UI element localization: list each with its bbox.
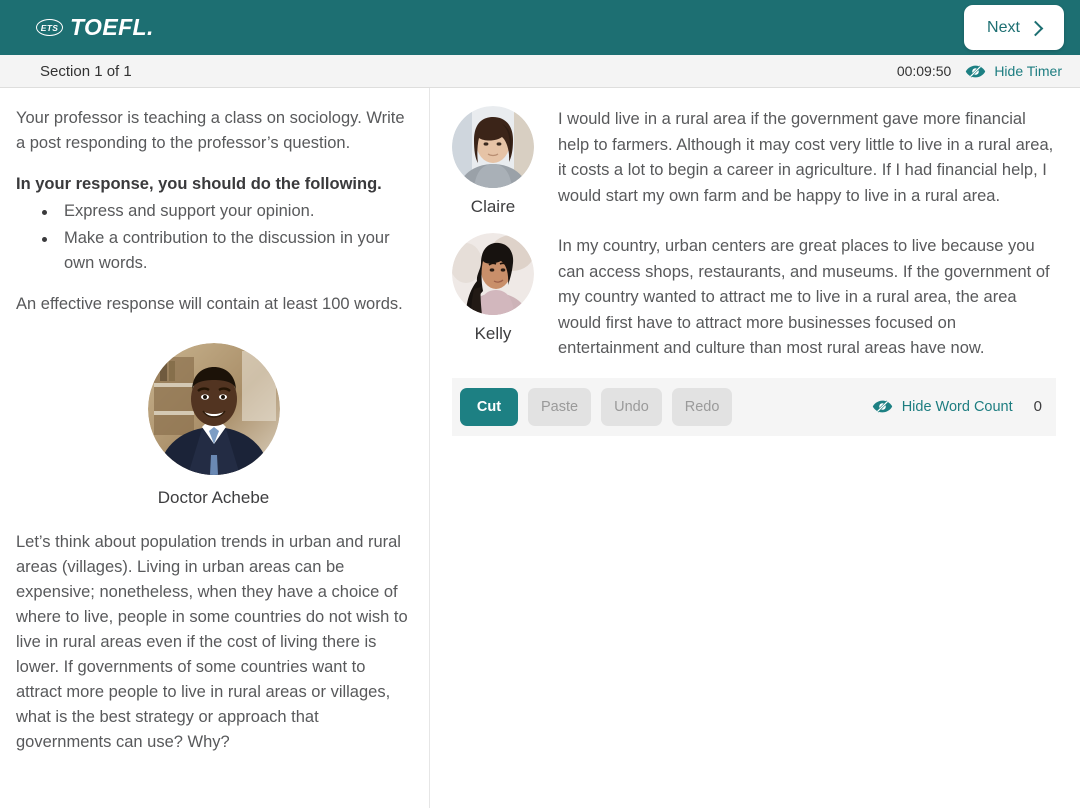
next-button[interactable]: Next bbox=[964, 5, 1064, 50]
section-indicator: Section 1 of 1 bbox=[40, 62, 132, 80]
prompt-pane: Your professor is teaching a class on so… bbox=[0, 88, 430, 808]
list-item: Express and support your opinion. bbox=[16, 199, 411, 224]
undo-button[interactable]: Undo bbox=[601, 387, 662, 426]
hide-timer-button[interactable]: Hide Timer bbox=[965, 63, 1062, 79]
brand-logo: ETS TOEFL. bbox=[0, 14, 154, 41]
section-bar: Section 1 of 1 00:09:50 Hide Timer bbox=[0, 55, 1080, 88]
professor-name: Doctor Achebe bbox=[157, 488, 270, 507]
discussion-post: Claire I would live in a rural area if t… bbox=[448, 104, 1060, 217]
redo-button[interactable]: Redo bbox=[671, 387, 733, 426]
post-body: I would live in a rural area if the gove… bbox=[558, 110, 1054, 205]
post-author: Kelly bbox=[448, 231, 538, 362]
toefl-wordmark: TOEFL. bbox=[70, 14, 154, 40]
eye-slash-icon bbox=[965, 64, 986, 79]
word-count-value: 0 bbox=[1033, 398, 1042, 415]
list-item: Make a contribution to the discussion in… bbox=[16, 226, 411, 276]
hide-word-count-button[interactable]: Hide Word Count 0 bbox=[872, 398, 1042, 415]
chevron-right-icon bbox=[1027, 20, 1044, 36]
professor-block: Doctor Achebe bbox=[16, 343, 411, 508]
task-requirement-list: Express and support your opinion. Make a… bbox=[16, 199, 411, 276]
kelly-avatar bbox=[452, 233, 534, 315]
task-directive: In your response, you should do the foll… bbox=[16, 175, 382, 193]
discussion-post: Kelly In my country, urban centers are g… bbox=[448, 231, 1060, 362]
post-body: In my country, urban centers are great p… bbox=[558, 237, 1050, 357]
countdown-timer: 00:09:50 bbox=[896, 63, 952, 79]
task-intro: Your professor is teaching a class on so… bbox=[16, 109, 405, 152]
content-panes: Your professor is teaching a class on so… bbox=[0, 88, 1080, 808]
length-note: An effective response will contain at le… bbox=[16, 295, 403, 313]
claire-avatar bbox=[452, 106, 534, 188]
post-author: Claire bbox=[448, 104, 538, 217]
toefl-writing-task-screen: ETS TOEFL. Next Section 1 of 1 00:09:50 bbox=[0, 0, 1080, 808]
hide-timer-label: Hide Timer bbox=[994, 63, 1062, 79]
professor-avatar bbox=[147, 343, 280, 475]
cut-button[interactable]: Cut bbox=[460, 387, 518, 426]
ets-oval-logo-icon: ETS bbox=[36, 19, 63, 36]
app-header: ETS TOEFL. Next bbox=[0, 0, 1080, 55]
eye-slash-icon bbox=[872, 399, 893, 414]
professor-question: Let’s think about population trends in u… bbox=[16, 533, 408, 751]
paste-button[interactable]: Paste bbox=[528, 387, 592, 426]
post-author-name: Claire bbox=[470, 197, 516, 216]
discussion-pane: Claire I would live in a rural area if t… bbox=[430, 88, 1080, 808]
next-button-label: Next bbox=[987, 18, 1020, 36]
post-author-name: Kelly bbox=[474, 324, 512, 343]
hide-word-count-label: Hide Word Count bbox=[901, 398, 1013, 415]
timer-group: 00:09:50 Hide Timer bbox=[897, 63, 1080, 79]
editor-toolbar: Cut Paste Undo Redo Hide Word Count 0 bbox=[452, 377, 1056, 436]
